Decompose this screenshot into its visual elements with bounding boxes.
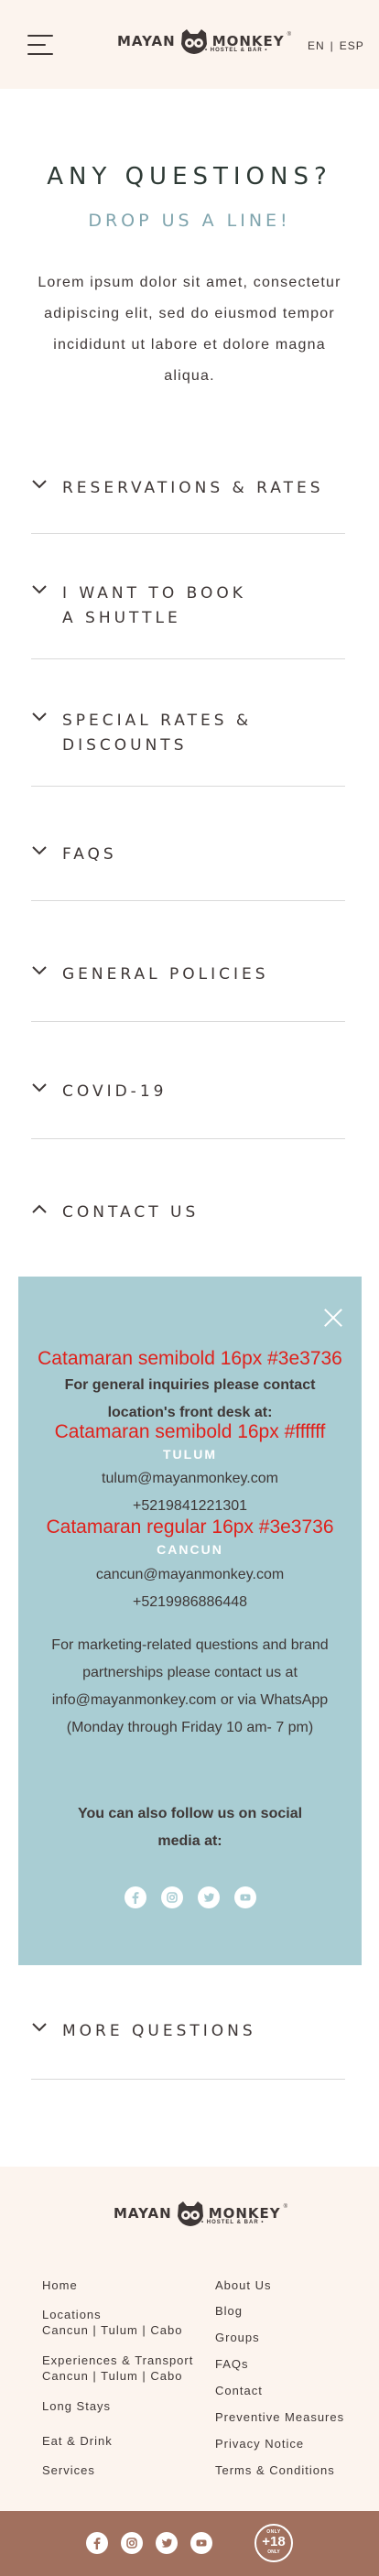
- locations-sublinks[interactable]: Cancun | Tulum | Cabo: [42, 2323, 183, 2337]
- cancun-label: CANCUN: [157, 1542, 223, 1557]
- accordion-label: MORE QUESTIONS: [62, 2022, 256, 2040]
- chevron-down-icon: [32, 966, 47, 975]
- age-restriction-badge: ONLY +18 ONLY: [254, 2524, 293, 2562]
- footer-bottom-bar: ONLY +18 ONLY: [0, 2511, 379, 2576]
- page-subtitle: DROP US A LINE!: [88, 211, 291, 231]
- typography-annotation: Catamaran semibold 16px #3e3736: [38, 1348, 342, 1369]
- divider: [31, 1138, 345, 1139]
- social-follow-text: You can also follow us on social media a…: [77, 1806, 303, 1849]
- divider: [31, 786, 345, 787]
- footer-link-terms[interactable]: Terms & Conditions: [215, 2463, 335, 2477]
- instagram-icon[interactable]: [121, 2532, 143, 2554]
- accordion-label: FAQS: [62, 845, 117, 864]
- twitter-icon[interactable]: [156, 2532, 178, 2554]
- accordion-label: COVID-19: [62, 1082, 168, 1101]
- general-inquiries-text: For general inquiries please contact loc…: [64, 1377, 316, 1420]
- contact-panel: Catamaran semibold 16px #3e3736 For gene…: [18, 1277, 362, 1965]
- cancun-email-link[interactable]: cancun@mayanmonkey.com: [18, 1561, 362, 1589]
- chevron-down-icon: [32, 480, 47, 489]
- youtube-icon[interactable]: [233, 1886, 256, 1908]
- footer-link-blog[interactable]: Blog: [215, 2304, 243, 2318]
- accordion-label: CONTACT US: [62, 1203, 200, 1222]
- typography-annotation: Catamaran semibold 16px #ffffff: [54, 1421, 326, 1442]
- site-logo[interactable]: MAYAN MONKEY ® • HOSTEL & BAR •: [117, 27, 291, 55]
- divider: [31, 658, 345, 659]
- chevron-down-icon: [32, 585, 47, 594]
- divider: [31, 1021, 345, 1022]
- footer-link-services[interactable]: Services: [42, 2463, 95, 2477]
- twitter-icon[interactable]: [197, 1886, 220, 1908]
- lang-esp-link[interactable]: ESP: [340, 39, 364, 52]
- chevron-down-icon: [32, 712, 47, 722]
- registered-mark: ®: [287, 32, 292, 38]
- language-switcher: EN | ESP: [308, 39, 364, 52]
- site-footer: MAYAN MONKEY ® • HOSTEL & BAR • Home Loc…: [0, 2167, 379, 2511]
- footer-link-locations[interactable]: Locations Cancun | Tulum | Cabo: [42, 2308, 183, 2337]
- accordion-label: GENERAL POLICIES: [62, 965, 269, 984]
- chevron-down-icon: [32, 1083, 47, 1092]
- footer-link-home[interactable]: Home: [42, 2278, 78, 2292]
- footer-link-contact[interactable]: Contact: [215, 2384, 263, 2397]
- chevron-down-icon: [32, 846, 47, 855]
- footer-link-groups[interactable]: Groups: [215, 2331, 260, 2344]
- accordion-label: I WANT TO BOOK A SHUTTLE: [62, 584, 246, 627]
- page-title: ANY QUESTIONS?: [47, 163, 332, 190]
- site-header: MAYAN MONKEY ® • HOSTEL & BAR • EN | ESP: [0, 0, 379, 89]
- typography-annotation: Catamaran regular 16px #3e3736: [46, 1516, 334, 1538]
- divider: [31, 2079, 345, 2080]
- logo-word-left: MAYAN: [114, 2205, 172, 2222]
- footer-link-privacy-notice[interactable]: Privacy Notice: [215, 2437, 304, 2451]
- marketing-text: For marketing-related questions and bran…: [51, 1637, 329, 1735]
- accordion-label: RESERVATIONS & RATES: [62, 479, 324, 497]
- accordion-label: SPECIAL RATES & DISCOUNTS: [62, 712, 253, 755]
- logo-subtitle: • HOSTEL & BAR •: [205, 48, 268, 53]
- tulum-email-link[interactable]: tulum@mayanmonkey.com: [18, 1465, 362, 1493]
- facebook-icon[interactable]: [86, 2532, 108, 2554]
- footer-logo[interactable]: MAYAN MONKEY ® • HOSTEL & BAR •: [114, 2200, 287, 2227]
- experiences-sublinks[interactable]: Cancun | Tulum | Cabo: [42, 2369, 193, 2383]
- instagram-icon[interactable]: [160, 1886, 183, 1908]
- close-icon[interactable]: [323, 1308, 343, 1328]
- chevron-up-icon: [32, 1204, 47, 1213]
- footer-link-preventive-measures[interactable]: Preventive Measures: [215, 2410, 344, 2424]
- footer-link-eat-drink[interactable]: Eat & Drink: [42, 2434, 113, 2448]
- chevron-down-icon: [32, 2023, 47, 2032]
- divider: [31, 533, 345, 534]
- footer-link-faqs[interactable]: FAQs: [215, 2357, 249, 2371]
- logo-subtitle: • HOSTEL & BAR •: [201, 2220, 265, 2225]
- footer-link-about-us[interactable]: About Us: [215, 2278, 271, 2292]
- registered-mark: ®: [283, 2204, 288, 2210]
- panel-social-icons: [18, 1886, 362, 1908]
- lang-en-link[interactable]: EN: [308, 39, 325, 52]
- menu-icon[interactable]: [27, 35, 53, 55]
- intro-text: Lorem ipsum dolor sit amet, consectetur …: [38, 275, 341, 384]
- lang-separator: |: [330, 39, 334, 52]
- logo-word-left: MAYAN: [117, 33, 176, 49]
- footer-link-long-stays[interactable]: Long Stays: [42, 2399, 111, 2413]
- cancun-phone-link[interactable]: +5219986886448: [18, 1589, 362, 1616]
- tulum-label: TULUM: [163, 1447, 217, 1462]
- divider: [31, 900, 345, 901]
- footer-link-experiences[interactable]: Experiences & Transport Cancun | Tulum | …: [42, 2353, 193, 2383]
- facebook-icon[interactable]: [124, 1886, 146, 1908]
- youtube-icon[interactable]: [190, 2532, 212, 2554]
